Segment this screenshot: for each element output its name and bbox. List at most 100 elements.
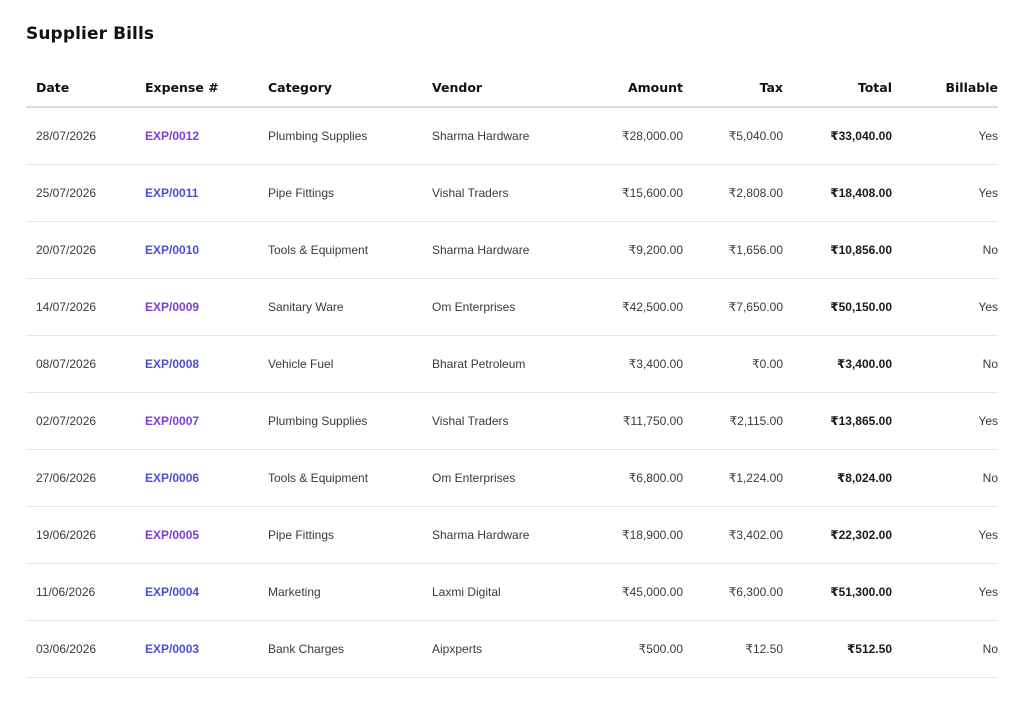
cell-date: 19/06/2026: [26, 506, 135, 564]
cell-tax: ₹2,115.00: [689, 392, 789, 450]
cell-tax: ₹0.00: [689, 335, 789, 393]
cell-total: ₹18,408.00: [789, 164, 898, 222]
table-row[interactable]: 02/07/2026 EXP/0007 Plumbing Supplies Vi…: [26, 392, 998, 450]
cell-amount: ₹45,000.00: [572, 563, 689, 621]
cell-amount: ₹3,400.00: [572, 335, 689, 393]
cell-amount: ₹18,900.00: [572, 506, 689, 564]
cell-billable: No: [898, 335, 998, 393]
expense-link[interactable]: EXP/0012: [145, 129, 199, 143]
cell-tax: ₹12.50: [689, 620, 789, 678]
expense-link[interactable]: EXP/0008: [145, 357, 199, 371]
cell-amount: ₹28,000.00: [572, 107, 689, 165]
cell-expense-number: EXP/0006: [135, 449, 258, 507]
cell-tax: ₹5,040.00: [689, 107, 789, 165]
supplier-bills-page: Supplier Bills Date Expense # Category V…: [0, 0, 1024, 704]
cell-total: ₹8,024.00: [789, 449, 898, 507]
header-tax[interactable]: Tax: [689, 68, 789, 108]
cell-vendor: Sharma Hardware: [422, 107, 572, 165]
table-row[interactable]: 11/06/2026 EXP/0004 Marketing Laxmi Digi…: [26, 563, 998, 621]
cell-vendor: Om Enterprises: [422, 449, 572, 507]
cell-category: Pipe Fittings: [258, 164, 422, 222]
header-expense-number[interactable]: Expense #: [135, 68, 258, 108]
cell-total: ₹51,300.00: [789, 563, 898, 621]
cell-amount: ₹6,800.00: [572, 449, 689, 507]
expense-link[interactable]: EXP/0005: [145, 528, 199, 542]
cell-tax: ₹3,402.00: [689, 506, 789, 564]
header-date[interactable]: Date: [26, 68, 135, 108]
cell-total: ₹13,865.00: [789, 392, 898, 450]
cell-date: 14/07/2026: [26, 278, 135, 336]
cell-expense-number: EXP/0008: [135, 335, 258, 393]
cell-expense-number: EXP/0010: [135, 221, 258, 279]
cell-total: ₹3,400.00: [789, 335, 898, 393]
expense-link[interactable]: EXP/0007: [145, 414, 199, 428]
expense-link[interactable]: EXP/0004: [145, 585, 199, 599]
cell-billable: Yes: [898, 563, 998, 621]
cell-vendor: Bharat Petroleum: [422, 335, 572, 393]
cell-billable: No: [898, 620, 998, 678]
cell-category: Tools & Equipment: [258, 449, 422, 507]
cell-tax: ₹7,650.00: [689, 278, 789, 336]
cell-expense-number: EXP/0007: [135, 392, 258, 450]
table-row[interactable]: 08/07/2026 EXP/0008 Vehicle Fuel Bharat …: [26, 335, 998, 393]
expense-link[interactable]: EXP/0006: [145, 471, 199, 485]
cell-amount: ₹500.00: [572, 620, 689, 678]
cell-vendor: Om Enterprises: [422, 278, 572, 336]
table-header-row: Date Expense # Category Vendor Amount Ta…: [26, 68, 998, 108]
cell-total: ₹33,040.00: [789, 107, 898, 165]
cell-amount: ₹11,750.00: [572, 392, 689, 450]
header-category[interactable]: Category: [258, 68, 422, 108]
cell-vendor: Sharma Hardware: [422, 506, 572, 564]
cell-expense-number: EXP/0004: [135, 563, 258, 621]
table-row[interactable]: 03/06/2026 EXP/0003 Bank Charges Aipxper…: [26, 620, 998, 678]
cell-amount: ₹9,200.00: [572, 221, 689, 279]
expense-link[interactable]: EXP/0011: [145, 186, 198, 200]
expense-link[interactable]: EXP/0003: [145, 642, 199, 656]
cell-expense-number: EXP/0011: [135, 164, 258, 222]
page-title: Supplier Bills: [26, 24, 155, 44]
cell-vendor: Sharma Hardware: [422, 221, 572, 279]
table-row[interactable]: 27/06/2026 EXP/0006 Tools & Equipment Om…: [26, 449, 998, 507]
table-row[interactable]: 19/06/2026 EXP/0005 Pipe Fittings Sharma…: [26, 506, 998, 564]
cell-vendor: Aipxperts: [422, 620, 572, 678]
cell-date: 28/07/2026: [26, 107, 135, 165]
header-vendor[interactable]: Vendor: [422, 68, 572, 108]
cell-category: Tools & Equipment: [258, 221, 422, 279]
table-row[interactable]: 25/07/2026 EXP/0011 Pipe Fittings Vishal…: [26, 164, 998, 222]
cell-date: 27/06/2026: [26, 449, 135, 507]
cell-total: ₹512.50: [789, 620, 898, 678]
cell-date: 25/07/2026: [26, 164, 135, 222]
cell-category: Plumbing Supplies: [258, 392, 422, 450]
cell-billable: Yes: [898, 107, 998, 165]
cell-amount: ₹15,600.00: [572, 164, 689, 222]
cell-vendor: Laxmi Digital: [422, 563, 572, 621]
cell-category: Plumbing Supplies: [258, 107, 422, 165]
cell-date: 03/06/2026: [26, 620, 135, 678]
table-row[interactable]: 28/07/2026 EXP/0012 Plumbing Supplies Sh…: [26, 107, 998, 165]
cell-billable: Yes: [898, 392, 998, 450]
cell-tax: ₹1,224.00: [689, 449, 789, 507]
expense-link[interactable]: EXP/0009: [145, 300, 199, 314]
cell-billable: Yes: [898, 278, 998, 336]
cell-total: ₹50,150.00: [789, 278, 898, 336]
cell-category: Sanitary Ware: [258, 278, 422, 336]
cell-category: Vehicle Fuel: [258, 335, 422, 393]
table-row[interactable]: 14/07/2026 EXP/0009 Sanitary Ware Om Ent…: [26, 278, 998, 336]
header-total[interactable]: Total: [789, 68, 898, 108]
cell-category: Marketing: [258, 563, 422, 621]
cell-billable: Yes: [898, 164, 998, 222]
cell-vendor: Vishal Traders: [422, 164, 572, 222]
cell-date: 11/06/2026: [26, 563, 135, 621]
header-billable[interactable]: Billable: [898, 68, 998, 108]
cell-total: ₹10,856.00: [789, 221, 898, 279]
header-amount[interactable]: Amount: [572, 68, 689, 108]
expense-link[interactable]: EXP/0010: [145, 243, 199, 257]
cell-tax: ₹6,300.00: [689, 563, 789, 621]
cell-category: Pipe Fittings: [258, 506, 422, 564]
table-row[interactable]: 20/07/2026 EXP/0010 Tools & Equipment Sh…: [26, 221, 998, 279]
cell-vendor: Vishal Traders: [422, 392, 572, 450]
cell-date: 20/07/2026: [26, 221, 135, 279]
cell-billable: No: [898, 221, 998, 279]
cell-expense-number: EXP/0009: [135, 278, 258, 336]
supplier-bills-table: Date Expense # Category Vendor Amount Ta…: [26, 68, 998, 678]
